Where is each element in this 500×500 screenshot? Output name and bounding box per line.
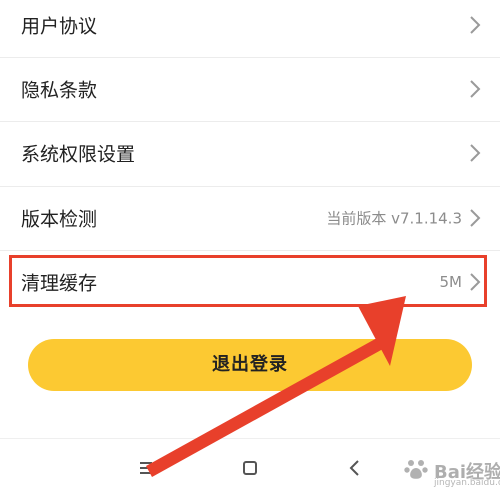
version-value: 当前版本 v7.1.14.3: [326, 209, 462, 228]
home-square-icon[interactable]: [238, 456, 262, 480]
chevron-right-icon: [470, 209, 481, 227]
settings-item-label: 清理缓存: [21, 272, 98, 295]
settings-item-user-agreement[interactable]: 用户协议: [0, 0, 500, 57]
settings-item-version-check[interactable]: 版本检测 当前版本 v7.1.14.3: [0, 186, 500, 250]
chevron-right-icon: [470, 16, 481, 34]
chevron-right-icon: [470, 144, 481, 162]
settings-item-label: 系统权限设置: [21, 143, 136, 166]
settings-item-label: 用户协议: [21, 15, 98, 38]
settings-item-label: 隐私条款: [21, 79, 98, 102]
menu-icon[interactable]: [134, 456, 158, 480]
cache-size-value: 5M: [439, 273, 463, 291]
settings-item-label: 版本检测: [21, 208, 98, 231]
baidu-paw-icon: [404, 460, 428, 479]
settings-item-permissions[interactable]: 系统权限设置: [0, 121, 500, 185]
settings-item-clear-cache[interactable]: 清理缓存 5M: [0, 250, 500, 314]
watermark: Bai经验 jingyan.baidu.com: [368, 450, 500, 490]
settings-page: 用户协议 隐私条款 系统权限设置 版本检测 当前版本 v7.1.14.3 清理缓…: [0, 0, 500, 500]
back-icon[interactable]: [343, 456, 367, 480]
logout-button[interactable]: 退出登录: [28, 339, 472, 391]
watermark-subtext: jingyan.baidu.com: [434, 478, 500, 488]
chevron-right-icon: [470, 80, 481, 98]
chevron-right-icon: [470, 273, 481, 291]
navbar-divider: [0, 438, 500, 439]
settings-item-privacy[interactable]: 隐私条款: [0, 57, 500, 121]
